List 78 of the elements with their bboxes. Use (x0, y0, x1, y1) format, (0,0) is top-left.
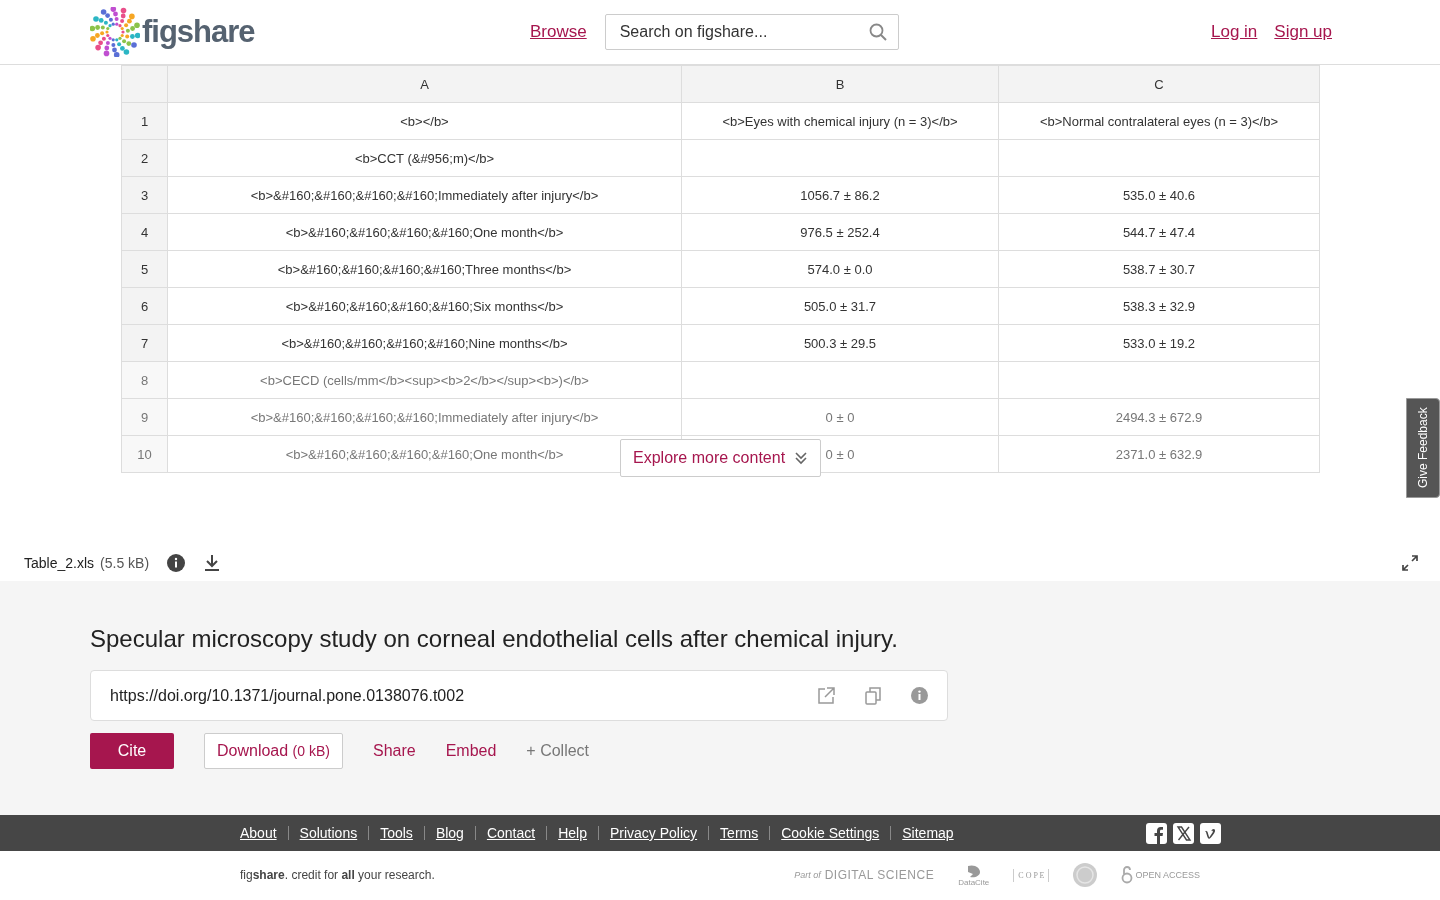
vimeo-icon (1200, 822, 1221, 844)
table-cell: <b>&#160;&#160;&#160;&#160;Immediately after injury</b> (167, 176, 682, 214)
auth-link[interactable]: Sign up (1274, 22, 1332, 42)
external-link-icon (817, 686, 835, 705)
copy-icon (865, 686, 881, 705)
table-cell: <b>Normal contralateral eyes (n = 3)</b> (998, 102, 1320, 140)
file-size: (5.5 kB) (100, 554, 150, 571)
download-icon (203, 553, 222, 572)
table-cell: 2371.0 ± 632.9 (998, 435, 1320, 473)
table-cell: 2494.3 ± 672.9 (998, 398, 1320, 436)
info-icon (911, 687, 928, 704)
table-cell: 538.7 ± 30.7 (998, 250, 1320, 288)
table-cell: <b>CCT (&#956;m)</b> (167, 139, 682, 177)
table-cell: <b>&#160;&#160;&#160;&#160;Six months</b> (167, 287, 682, 325)
action-button[interactable]: Cite (90, 733, 174, 769)
row-number: 6 (121, 287, 168, 325)
action-button[interactable]: Download (0 kB) (204, 733, 343, 769)
table-cell: 500.3 ± 29.5 (681, 324, 999, 362)
chevrons-down-icon (795, 451, 808, 465)
row-number: 9 (121, 398, 168, 436)
explore-button[interactable]: Explore more content (620, 439, 821, 477)
footer-link[interactable]: Solutions (299, 825, 358, 841)
action-link[interactable]: Embed (445, 733, 497, 769)
footer-link[interactable]: Cookie Settings (781, 825, 880, 841)
doi-link[interactable]: https://doi.org/10.1371/journal.pone.0138076.t002 (110, 686, 817, 705)
column-header: A (167, 65, 682, 103)
tagline: figshare. credit for all your research. (240, 868, 436, 882)
logo-icon (90, 7, 140, 57)
action-link[interactable]: + Collect (526, 733, 590, 769)
footer-link[interactable]: Tools (380, 825, 413, 841)
footer-link[interactable]: Privacy Policy (609, 825, 698, 841)
row-number: 3 (121, 176, 168, 214)
footer-link[interactable]: Contact (486, 825, 536, 841)
row-number: 8 (121, 361, 168, 399)
feedback-tab[interactable]: Give Feedback (1406, 398, 1440, 498)
column-header: C (998, 65, 1320, 103)
table-cell: 505.0 ± 31.7 (681, 287, 999, 325)
file-name: Table_2.xls (24, 554, 95, 571)
footer-link[interactable]: Help (558, 825, 587, 841)
action-link[interactable]: Share (372, 733, 416, 769)
table-cell: 544.7 ± 47.4 (998, 213, 1320, 251)
table-cell: 574.0 ± 0.0 (681, 250, 999, 288)
table-cell: 0 ± 0 (681, 398, 999, 436)
table-cell: 538.3 ± 32.9 (998, 287, 1320, 325)
table-cell: 976.5 ± 252.4 (681, 213, 999, 251)
item-title: Specular microscopy study on corneal endothelial cells after chemical injury. (90, 625, 899, 653)
x-icon (1173, 822, 1194, 844)
search-field[interactable]: Search on figshare... (604, 14, 899, 50)
expand-icon (1402, 554, 1418, 571)
table-cell: 1056.7 ± 86.2 (681, 176, 999, 214)
table-cell: <b>&#160;&#160;&#160;&#160;Immediately after injury</b> (167, 398, 682, 436)
table-cell: <b>&#160;&#160;&#160;&#160;Three months</b> (167, 250, 682, 288)
logo[interactable]: figshare (142, 14, 255, 50)
open-access-icon (1121, 866, 1134, 884)
table-cell: <b>&#160;&#160;&#160;&#160;Nine months</b> (167, 324, 682, 362)
footer-link[interactable]: Terms (720, 825, 759, 841)
footer-link[interactable]: About (240, 825, 277, 841)
footer-link[interactable]: Sitemap (902, 825, 954, 841)
row-number: 10 (121, 435, 168, 473)
row-number: 5 (121, 250, 168, 288)
seal-logo-icon (1073, 863, 1098, 887)
row-number: 7 (121, 324, 168, 362)
info-icon (167, 553, 186, 572)
auth-link[interactable]: Log in (1211, 22, 1258, 42)
row-number: 4 (121, 213, 168, 251)
browse-link[interactable]: Browse (530, 22, 587, 42)
table-cell: 533.0 ± 19.2 (998, 324, 1320, 362)
table-cell: <b>CECD (cells/mm</b><sup><b>2</b></sup><b>)</b> (167, 361, 682, 399)
table-cell: <b></b> (167, 102, 682, 140)
search-icon (868, 23, 887, 41)
column-header: B (681, 65, 999, 103)
row-number: 1 (121, 102, 168, 140)
table-cell: <b>&#160;&#160;&#160;&#160;One month</b> (167, 213, 682, 251)
row-number: 2 (121, 139, 168, 177)
footer-link[interactable]: Blog (435, 825, 464, 841)
facebook-icon (1146, 822, 1167, 844)
table-cell: 535.0 ± 40.6 (998, 176, 1320, 214)
table-cell: <b>Eyes with chemical injury (n = 3)</b> (681, 102, 999, 140)
